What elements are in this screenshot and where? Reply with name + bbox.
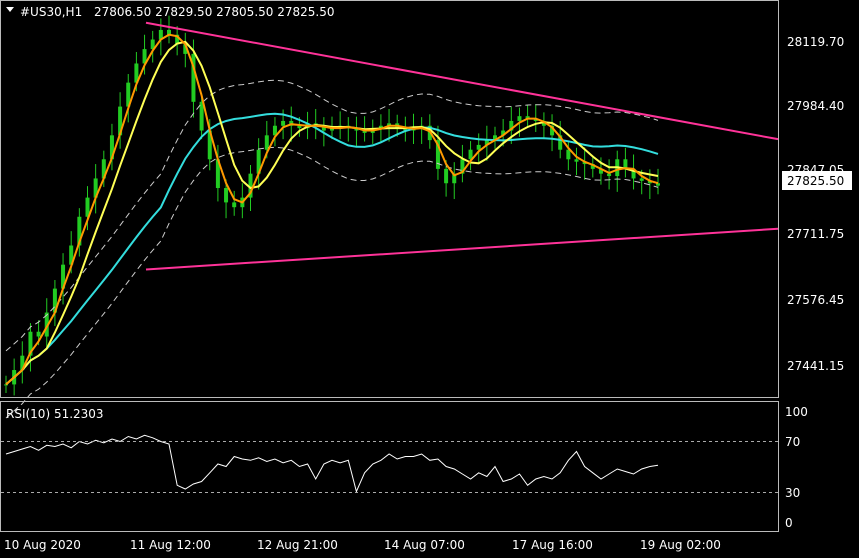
price-tick: 27441.15 bbox=[787, 359, 844, 373]
price-tick: 28119.70 bbox=[787, 35, 844, 49]
price-tick: 27711.75 bbox=[787, 227, 844, 241]
time-tick: 19 Aug 02:00 bbox=[640, 538, 721, 552]
rsi-level: 30 bbox=[785, 486, 800, 500]
rsi-level: 0 bbox=[785, 516, 793, 530]
candle-body bbox=[4, 384, 8, 386]
candle-body bbox=[444, 168, 449, 184]
candle-body bbox=[232, 202, 237, 208]
candle-body bbox=[639, 178, 644, 181]
candle-body bbox=[224, 188, 229, 203]
candle-body bbox=[281, 120, 286, 126]
candle-body bbox=[517, 116, 522, 121]
candle-body bbox=[574, 159, 579, 162]
price-tick: 27984.40 bbox=[787, 99, 844, 113]
price-chart[interactable]: #US30,H1 27806.50 27829.50 27805.50 2782… bbox=[0, 0, 859, 558]
time-tick: 12 Aug 21:00 bbox=[257, 538, 338, 552]
rsi-level: 100 bbox=[785, 405, 808, 419]
candle-body bbox=[199, 101, 204, 131]
time-tick: 11 Aug 12:00 bbox=[130, 538, 211, 552]
candle-body bbox=[607, 173, 612, 177]
symbol-label: #US30,H1 bbox=[20, 5, 82, 19]
rsi-level: 70 bbox=[785, 435, 800, 449]
price-tick: 27576.45 bbox=[787, 293, 844, 307]
time-tick: 10 Aug 2020 bbox=[4, 538, 81, 552]
rsi-label: RSI(10) 51.2303 bbox=[6, 407, 104, 421]
time-tick: 17 Aug 16:00 bbox=[512, 538, 593, 552]
ohlc-label: 27806.50 27829.50 27805.50 27825.50 bbox=[94, 5, 334, 19]
candle-body bbox=[36, 331, 41, 337]
current-price-label: 27825.50 bbox=[787, 174, 844, 188]
candle-body bbox=[566, 149, 571, 160]
time-tick: 14 Aug 07:00 bbox=[384, 538, 465, 552]
